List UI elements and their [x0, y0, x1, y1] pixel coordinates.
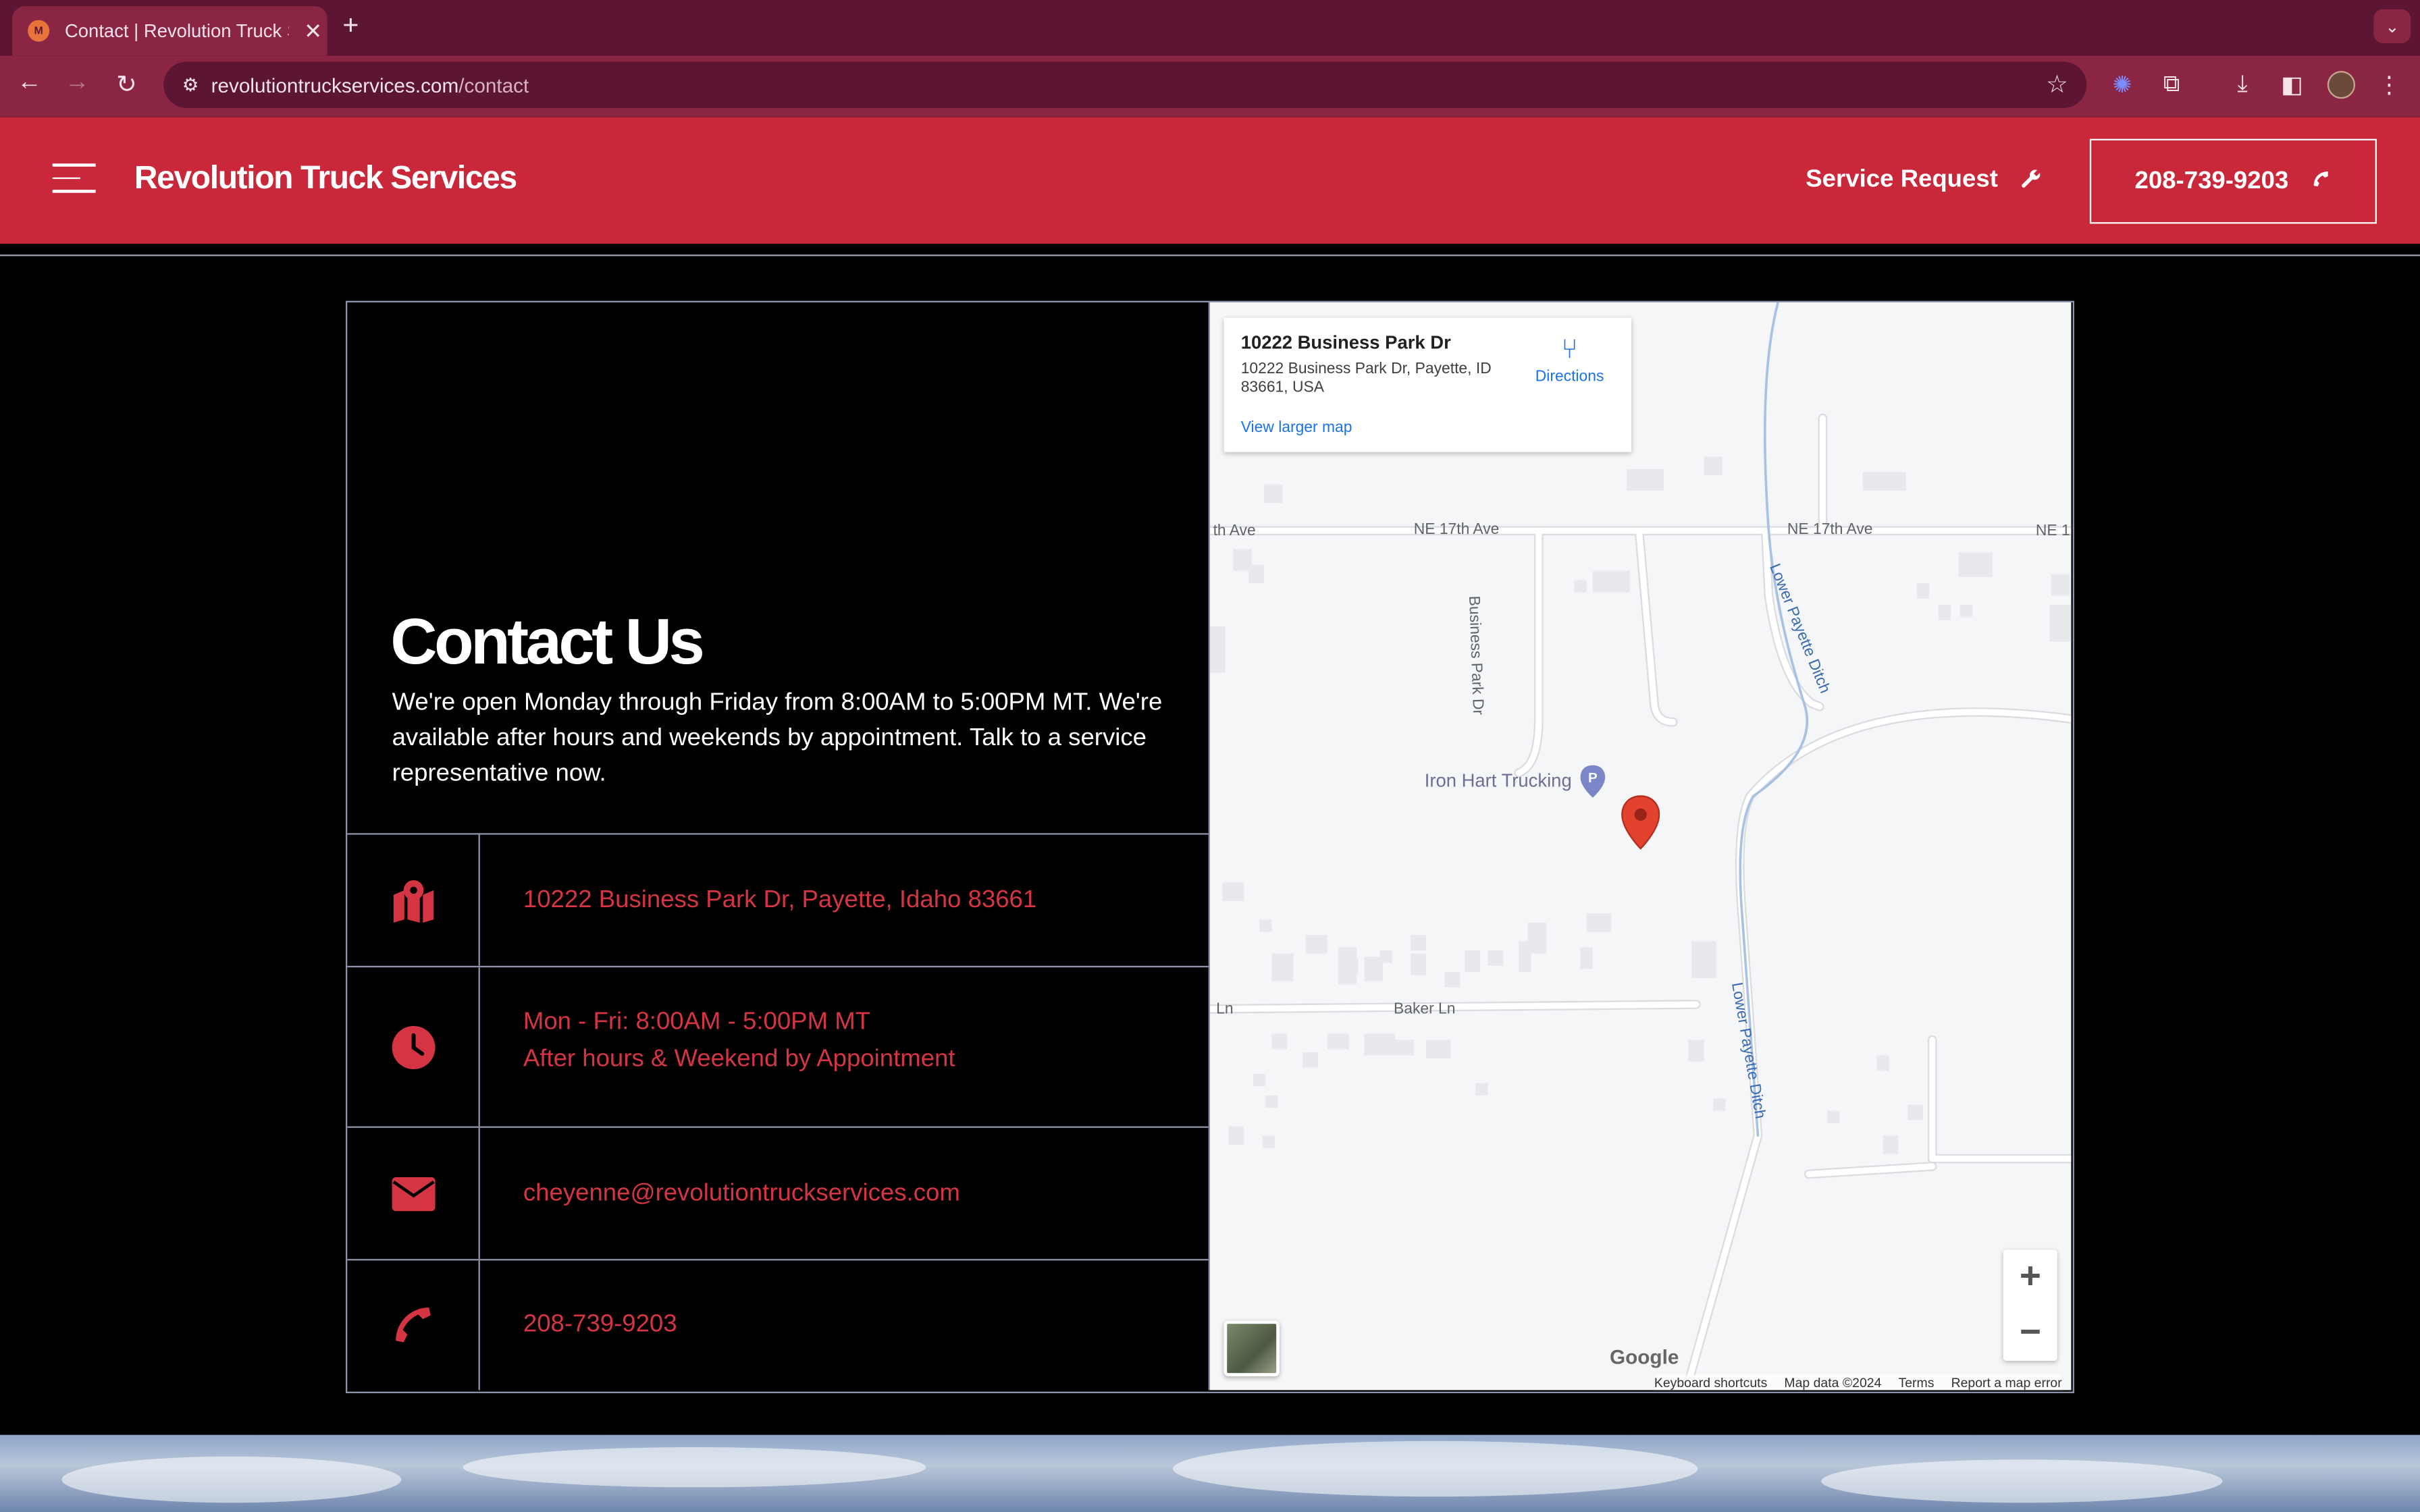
extension-gear-icon[interactable]: ✺: [2107, 71, 2138, 99]
site-favicon-icon: M: [28, 20, 50, 42]
download-icon[interactable]: ⤓: [2227, 71, 2258, 97]
terms-link[interactable]: Terms: [1899, 1375, 1935, 1390]
location-pin: [1621, 795, 1660, 850]
tab-close-icon[interactable]: ✕: [304, 18, 322, 44]
directions-button[interactable]: ⑂ Directions: [1527, 333, 1613, 386]
hours-weekday: Mon - Fri: 8:00AM - 5:00PM MT: [523, 1008, 870, 1035]
browser-tab-bar: M Contact | Revolution Truck Se ✕ + ⌄: [0, 0, 2420, 56]
site-brand[interactable]: Revolution Truck Services: [134, 161, 517, 198]
site-header: Revolution Truck Services Service Reques…: [0, 117, 2420, 244]
map-label-ne17-mid: NE 17th Ave: [1413, 521, 1500, 539]
email-row: cheyenne@revolutiontruckservices.com: [347, 1127, 1209, 1261]
hours-row: Mon - Fri: 8:00AM - 5:00PM MT After hour…: [347, 967, 1209, 1128]
browser-tab[interactable]: M Contact | Revolution Truck Se ✕: [12, 6, 327, 56]
service-request-link[interactable]: Service Request: [1806, 167, 2041, 194]
tab-search-chevron-icon[interactable]: ⌄: [2373, 9, 2411, 43]
map-label-ne17-right: NE 17th Ave: [1787, 521, 1873, 539]
address-row: 10222 Business Park Dr, Payette, Idaho 8…: [347, 834, 1209, 968]
zoom-out-button[interactable]: −: [2003, 1305, 2057, 1361]
clock-icon: [347, 967, 480, 1127]
email-link[interactable]: cheyenne@revolutiontruckservices.com: [523, 1176, 960, 1213]
view-larger-map-link[interactable]: View larger map: [1241, 420, 1352, 437]
bookmark-star-icon[interactable]: ☆: [2046, 70, 2068, 101]
service-request-label: Service Request: [1806, 166, 1998, 193]
directions-label: Directions: [1535, 369, 1604, 386]
keyboard-shortcuts-link[interactable]: Keyboard shortcuts: [1654, 1375, 1767, 1390]
forward-arrow-icon[interactable]: →: [60, 70, 94, 97]
map-marker-icon: [347, 834, 480, 966]
map-info-card: 10222 Business Park Dr 10222 Business Pa…: [1224, 317, 1631, 452]
header-divider: [0, 254, 2420, 256]
phone-icon: [2310, 168, 2332, 194]
map-card-address: 10222 Business Park Dr, Payette, ID 8366…: [1240, 360, 1492, 397]
report-map-error-link[interactable]: Report a map error: [1951, 1375, 2062, 1390]
contact-blurb: We're open Monday through Friday from 8:…: [392, 689, 1163, 787]
zoom-controls: + −: [2003, 1249, 2057, 1361]
header-phone-label: 208-739-9203: [2134, 167, 2289, 194]
site-info-icon[interactable]: ⚙: [182, 74, 199, 96]
sky-hero-image: [0, 1434, 2420, 1512]
google-logo: Google: [1609, 1345, 1679, 1369]
browser-toolbar: ← → ↻ ⚙ revolutiontruckservices.com/cont…: [0, 55, 2420, 117]
reload-icon[interactable]: ↻: [109, 70, 143, 101]
map-label-baker-ln: Baker Ln: [1393, 1001, 1456, 1019]
map-data-text: Map data ©2024: [1784, 1374, 1882, 1390]
contact-heading: Contact Us: [390, 604, 705, 678]
header-phone-button[interactable]: 208-739-9203: [2089, 138, 2377, 224]
contact-intro: Contact Us We're open Monday through Fri…: [347, 302, 1209, 835]
map-roads: P: [1209, 302, 2072, 1387]
hours-after: After hours & Weekend by Appointment: [523, 1046, 955, 1073]
contact-section: Contact Us We're open Monday through Fri…: [345, 300, 2074, 1393]
satellite-toggle[interactable]: [1224, 1320, 1280, 1376]
extensions-puzzle-icon[interactable]: ⧉: [2156, 71, 2187, 97]
map-label-ln-edge: Ln: [1216, 1001, 1234, 1019]
back-arrow-icon[interactable]: ←: [12, 70, 46, 97]
new-tab-button[interactable]: +: [342, 9, 359, 42]
address-link[interactable]: 10222 Business Park Dr, Payette, Idaho 8…: [523, 882, 1036, 919]
url-host: revolutiontruckservices.com: [211, 73, 459, 97]
map-label-iron-hart[interactable]: Iron Hart Trucking: [1425, 770, 1572, 792]
map-footer: Keyboard shortcuts Map data ©2024 Terms …: [1654, 1374, 2062, 1390]
side-panel-icon[interactable]: ◧: [2276, 71, 2307, 99]
map-label-ne17-left: th Ave: [1213, 522, 1256, 540]
url-path: /contact: [458, 73, 529, 97]
phone-link[interactable]: 208-739-9203: [523, 1307, 677, 1344]
phone-row: 208-739-9203: [347, 1260, 1208, 1390]
more-menu-icon[interactable]: ⋮: [2373, 71, 2404, 99]
address-bar[interactable]: ⚙ revolutiontruckservices.com/contact ☆: [163, 61, 2087, 108]
contact-info-column: Contact Us We're open Monday through Fri…: [347, 302, 1210, 1390]
phone-icon: [347, 1260, 480, 1390]
profile-avatar[interactable]: [2327, 71, 2355, 99]
hamburger-menu-icon[interactable]: [52, 163, 96, 202]
map-card-title: 10222 Business Park Dr: [1240, 331, 1451, 354]
embedded-map[interactable]: P th Ave NE 17th Ave NE 17th Ave NE 1 Bu…: [1209, 302, 2072, 1390]
wrench-icon: [2020, 167, 2041, 194]
svg-text:P: P: [1588, 770, 1598, 786]
envelope-icon: [347, 1127, 480, 1260]
tab-title: Contact | Revolution Truck Se: [64, 20, 289, 42]
directions-icon: ⑂: [1561, 333, 1578, 364]
zoom-in-button[interactable]: +: [2003, 1249, 2057, 1305]
hours-text: Mon - Fri: 8:00AM - 5:00PM MT After hour…: [523, 1004, 955, 1079]
map-label-ne1-edge: NE 1: [2035, 522, 2070, 540]
